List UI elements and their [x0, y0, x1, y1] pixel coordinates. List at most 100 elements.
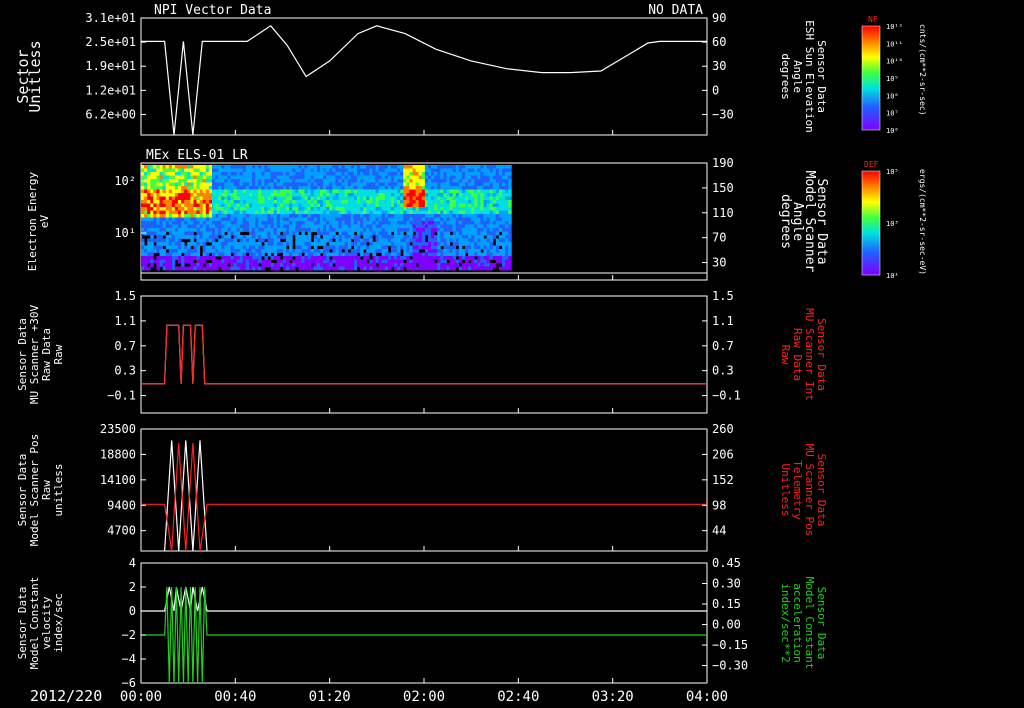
heatmap-cell [418, 210, 423, 215]
heatmap-cell [255, 256, 259, 260]
heatmap-cell [483, 224, 487, 229]
heatmap-cell [434, 235, 438, 239]
heatmap-cell [326, 189, 330, 194]
heatmap-cell [344, 189, 349, 194]
heatmap-cell [298, 210, 302, 215]
heatmap-cell [329, 210, 333, 215]
heatmap-cell [267, 221, 271, 225]
heatmap-cell [245, 242, 250, 246]
heatmap-cell [468, 256, 472, 260]
heatmap-cell [144, 207, 148, 211]
heatmap-cell [477, 203, 481, 208]
heatmap-cell [301, 207, 305, 211]
heatmap-cell [239, 217, 244, 222]
heatmap-cell [477, 207, 481, 211]
heatmap-cell [492, 263, 497, 267]
heatmap-cell [307, 168, 312, 173]
heatmap-cell [437, 259, 441, 264]
heatmap-cell [187, 200, 191, 204]
heatmap-cell [465, 214, 469, 218]
heatmap-cell [461, 189, 466, 194]
heatmap-cell [350, 224, 355, 229]
heatmap-cell [141, 182, 145, 187]
heatmap-cell [171, 172, 176, 176]
heatmap-cell [492, 182, 497, 187]
heatmap-cell [480, 252, 484, 257]
heatmap-cell [465, 228, 469, 232]
heatmap-cell [458, 235, 463, 239]
heatmap-cell [381, 207, 386, 211]
heatmap-cell [221, 256, 225, 260]
heatmap-cell [230, 196, 234, 201]
heatmap-cell [403, 214, 407, 218]
heatmap-cell [153, 228, 157, 232]
heatmap-cell [212, 200, 216, 204]
heatmap-cell [249, 256, 253, 260]
heatmap-cell [387, 256, 392, 260]
heatmap-cell [498, 210, 503, 215]
heatmap-cell [455, 249, 460, 253]
colorbar-2-ticks: 10⁵10³10¹ [886, 168, 899, 280]
heatmap-cell [215, 189, 219, 194]
heatmap-cell [502, 231, 506, 236]
heatmap-cell [252, 179, 256, 183]
heatmap-cell [458, 186, 463, 190]
heatmap-cell [378, 182, 383, 187]
heatmap-cell [295, 196, 299, 201]
heatmap-cell [344, 186, 349, 190]
heatmap-cell [440, 200, 444, 204]
heatmap-cell [498, 200, 503, 204]
heatmap-cell [279, 179, 284, 183]
x-tick-label: 00:00 [120, 689, 162, 705]
heatmap-cell [242, 228, 247, 232]
heatmap-cell [276, 210, 281, 215]
heatmap-cell [418, 256, 423, 260]
heatmap-cell [329, 224, 333, 229]
heatmap-cell [184, 231, 188, 236]
heatmap-cell [357, 172, 361, 176]
heatmap-cell [159, 168, 163, 173]
heatmap-cell [375, 231, 379, 236]
heatmap-cell [492, 221, 497, 225]
heatmap-cell [252, 228, 256, 232]
heatmap-cell [144, 228, 148, 232]
heatmap-cell [298, 224, 302, 229]
heatmap-cell [150, 242, 154, 246]
heatmap-cell [261, 228, 265, 232]
heatmap-cell [483, 228, 487, 232]
heatmap-cell [295, 224, 299, 229]
heatmap-cell [304, 263, 308, 267]
heatmap-cell [310, 189, 315, 194]
heatmap-cell [276, 263, 281, 267]
heatmap-cell [431, 189, 435, 194]
heatmap-cell [502, 210, 506, 215]
heatmap-cell [159, 249, 163, 253]
heatmap-cell [313, 249, 318, 253]
heatmap-cell [471, 259, 475, 264]
heatmap-cell [174, 256, 179, 260]
heatmap-cell [267, 228, 271, 232]
heatmap-cell [329, 165, 333, 169]
heatmap-cell [316, 186, 321, 190]
heatmap-cell [178, 203, 182, 208]
heatmap-cell [452, 186, 457, 190]
heatmap-cell [341, 179, 346, 183]
colorbar-tick-label: 10⁸ [886, 92, 899, 100]
heatmap-cell [174, 168, 179, 173]
heatmap-cell [421, 231, 426, 236]
colorbar-2-label: DEF [864, 160, 879, 169]
heatmap-cell [239, 224, 244, 229]
heatmap-cell [307, 182, 312, 187]
heatmap-cell [236, 182, 241, 187]
heatmap-cell [489, 203, 494, 208]
heatmap-cell [147, 182, 151, 187]
heatmap-cell [431, 193, 435, 197]
heatmap-cell [242, 193, 247, 197]
heatmap-cell [221, 238, 225, 243]
heatmap-cell [221, 245, 225, 250]
heatmap-cell [320, 182, 324, 187]
heatmap-cell [184, 193, 188, 197]
heatmap-cell [326, 235, 330, 239]
heatmap-cell [323, 210, 327, 215]
heatmap-cell [261, 210, 265, 215]
